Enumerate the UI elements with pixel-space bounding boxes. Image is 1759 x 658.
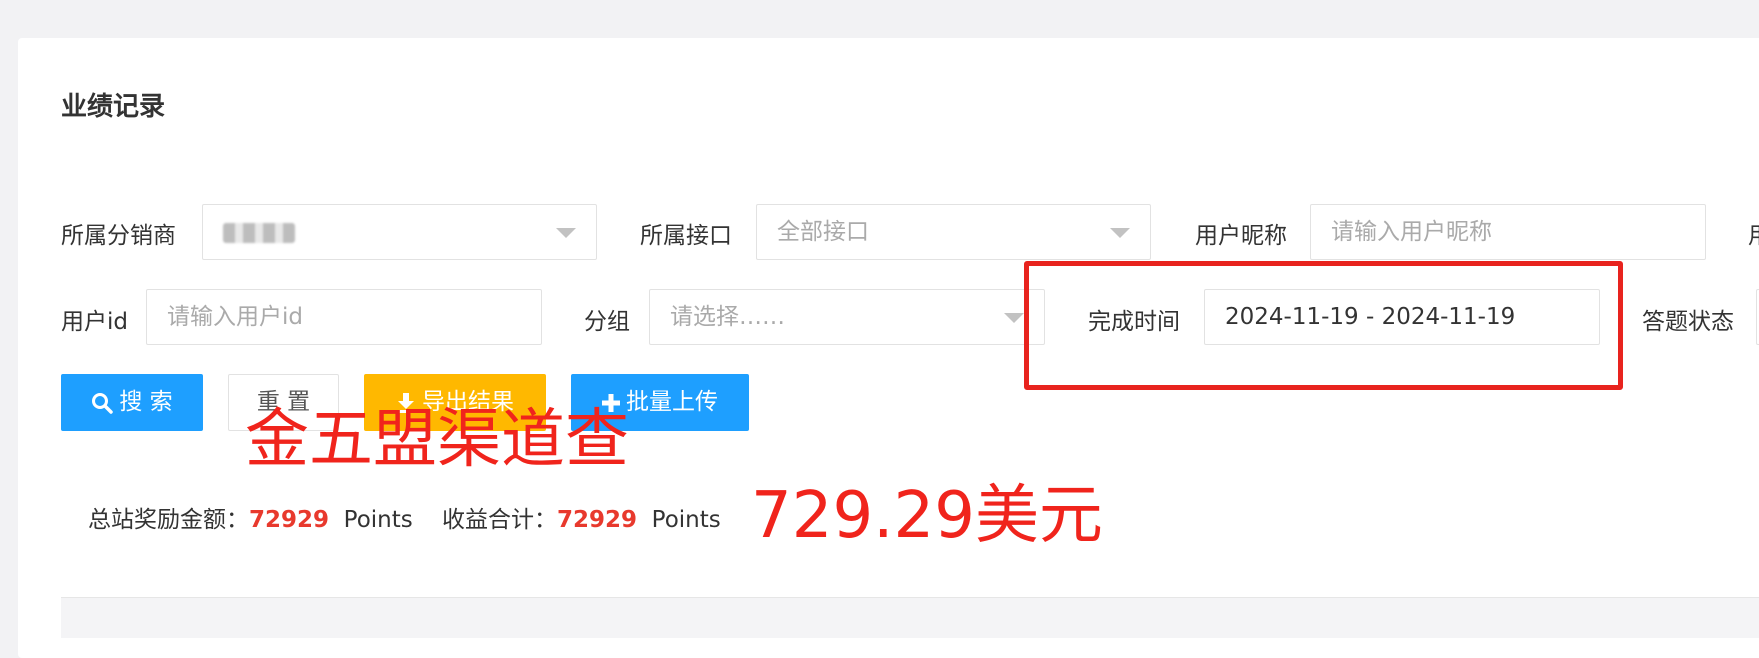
userid-label: 用户id	[61, 309, 128, 335]
income-total-value: 72929	[557, 507, 638, 533]
group-placeholder: 请选择……	[670, 304, 785, 330]
total-reward-value: 72929	[249, 507, 330, 533]
stats-bar: 总站奖励金额：72929 Points 收益合计：72929 Points	[88, 500, 721, 534]
batch-upload-button-label: 批量上传	[626, 389, 718, 415]
usd-annotation: 729.29美元	[751, 479, 1103, 553]
chevron-down-icon	[1004, 313, 1024, 323]
page-title: 业绩记录	[61, 92, 166, 122]
chevron-down-icon	[556, 228, 576, 238]
answer-status-label: 答题状态	[1642, 309, 1734, 335]
nickname-label: 用户昵称	[1195, 223, 1287, 249]
nickname-placeholder: 请输入用户昵称	[1331, 219, 1492, 245]
cutoff-label: 用	[1748, 216, 1759, 250]
distributor-label: 所属分销商	[61, 223, 176, 249]
total-reward-label: 总站奖励金额：	[88, 507, 249, 533]
total-reward-unit: Points	[343, 507, 413, 533]
search-button[interactable]: 搜 索	[61, 374, 203, 431]
income-total-label: 收益合计：	[442, 507, 557, 533]
table-header	[61, 597, 1759, 638]
interface-select[interactable]: 全部接口	[756, 204, 1151, 260]
redacted-value	[223, 222, 295, 243]
interface-placeholder: 全部接口	[777, 219, 869, 245]
userid-placeholder: 请输入用户id	[167, 304, 303, 330]
highlight-box	[1024, 261, 1623, 390]
income-total-unit: Points	[651, 507, 721, 533]
group-select[interactable]: 请选择……	[649, 289, 1045, 345]
userid-input[interactable]: 请输入用户id	[146, 289, 542, 345]
search-button-label: 搜 索	[119, 389, 173, 415]
chevron-down-icon	[1110, 228, 1130, 238]
nickname-input[interactable]: 请输入用户昵称	[1310, 204, 1706, 260]
search-icon	[92, 392, 114, 414]
channel-annotation: 金五盟渠道查	[245, 403, 629, 477]
group-label: 分组	[584, 309, 630, 335]
distributor-select[interactable]	[202, 204, 597, 260]
interface-label: 所属接口	[640, 223, 732, 249]
